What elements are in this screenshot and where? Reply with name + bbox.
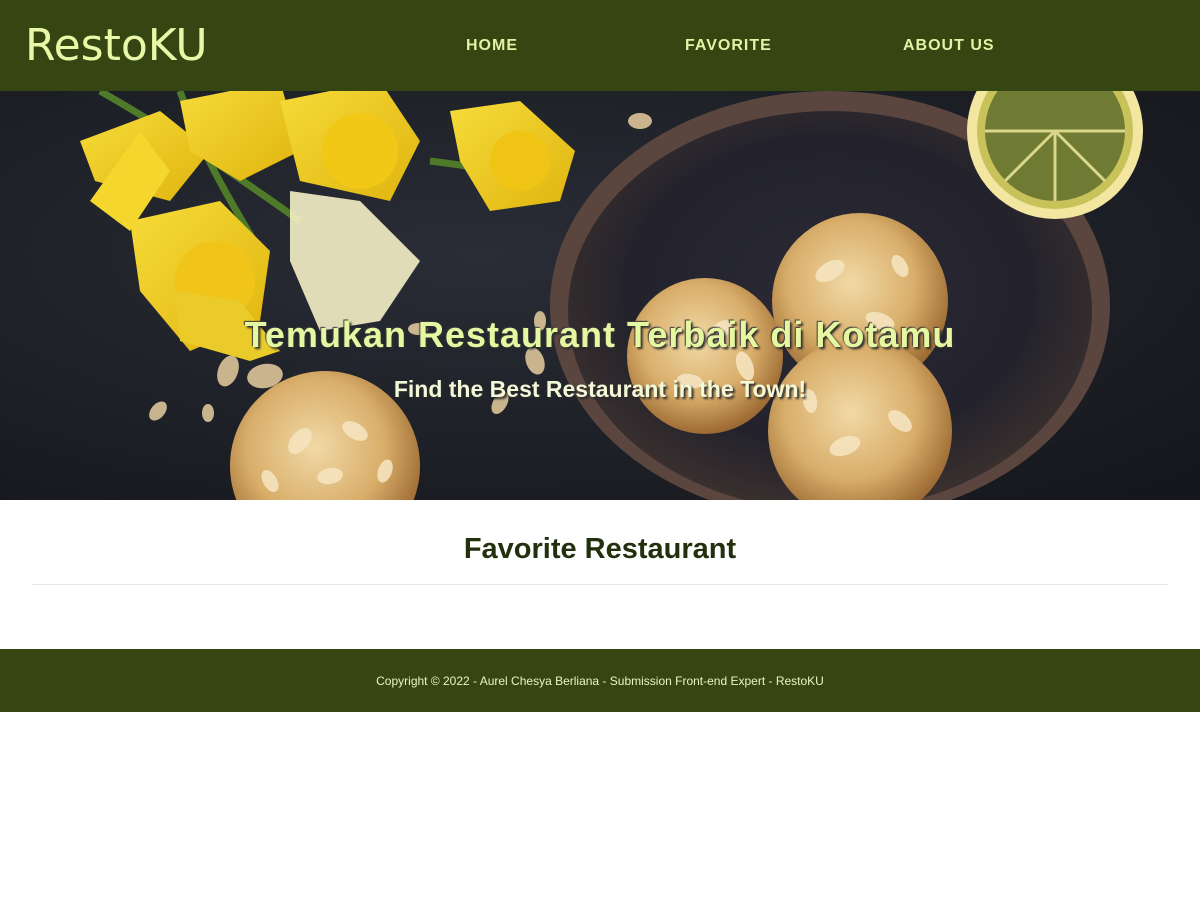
site-header: RestoKU HOME FAVORITE ABOUT US bbox=[0, 0, 1200, 91]
hero-image bbox=[0, 91, 1200, 500]
nav-favorite-link[interactable]: FAVORITE bbox=[685, 36, 772, 56]
hero-subtitle: Find the Best Restaurant in the Town! bbox=[393, 376, 807, 402]
page-title: Favorite Restaurant bbox=[463, 533, 737, 565]
hero-title: Temukan Restaurant Terbaik di Kotamu bbox=[244, 314, 956, 355]
site-footer: Copyright © 2022 - Aurel Chesya Berliana… bbox=[0, 649, 1200, 712]
nav-about-us-link[interactable]: ABOUT US bbox=[903, 36, 995, 56]
nav-home-link[interactable]: HOME bbox=[466, 36, 518, 56]
hero-banner: Temukan Restaurant Terbaik di Kotamu Fin… bbox=[0, 91, 1200, 500]
logo[interactable]: RestoKU bbox=[25, 18, 208, 74]
copyright-text: Copyright © 2022 - Aurel Chesya Berliana… bbox=[376, 674, 824, 688]
divider bbox=[32, 584, 1168, 585]
